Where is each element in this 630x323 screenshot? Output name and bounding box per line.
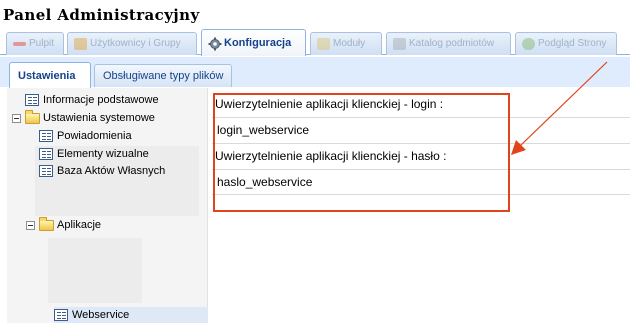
annotation-arrow [511, 61, 608, 155]
